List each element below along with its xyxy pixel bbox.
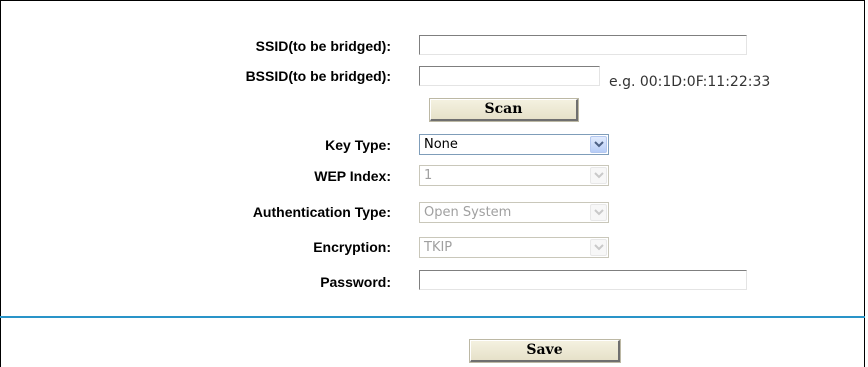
auth-type-value: Open System (424, 205, 512, 220)
wep-index-value: 1 (424, 168, 433, 183)
bssid-hint: e.g. 00:1D:0F:11:22:33 (609, 74, 771, 90)
chevron-down-icon[interactable] (590, 239, 607, 256)
bssid-input[interactable] (419, 66, 600, 86)
key-type-value: None (424, 137, 458, 152)
encryption-select[interactable]: TKIP (419, 237, 609, 258)
chevron-down-icon[interactable] (590, 136, 607, 153)
password-label: Password: (320, 274, 391, 290)
chevron-down-icon[interactable] (590, 167, 607, 184)
password-input[interactable] (419, 270, 747, 290)
auth-type-select[interactable]: Open System (419, 202, 609, 223)
auth-type-label: Authentication Type: (252, 204, 391, 220)
encryption-label: Encryption: (313, 239, 391, 255)
wep-index-label: WEP Index: (314, 168, 391, 184)
key-type-select[interactable]: None (419, 134, 609, 155)
section-divider (0, 316, 865, 318)
save-button[interactable]: Save (469, 339, 621, 363)
chevron-down-icon[interactable] (590, 204, 607, 221)
bssid-label: BSSID(to be bridged): (245, 68, 391, 84)
ssid-input[interactable] (419, 35, 747, 55)
scan-button[interactable]: Scan (429, 98, 579, 122)
wep-index-select[interactable]: 1 (419, 165, 609, 186)
key-type-label: Key Type: (325, 137, 391, 153)
encryption-value: TKIP (424, 240, 453, 255)
ssid-label: SSID(to be bridged): (255, 38, 391, 54)
